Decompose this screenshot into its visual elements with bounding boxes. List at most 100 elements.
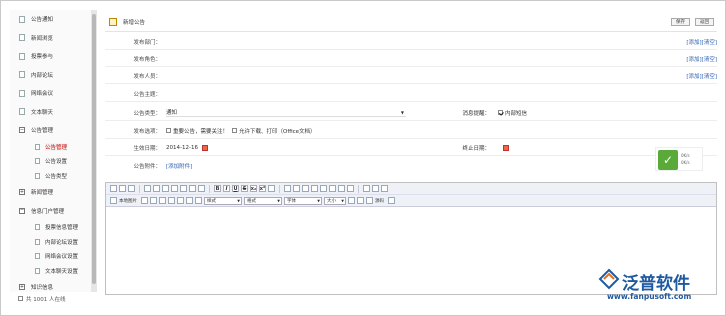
sidebar-item-chat[interactable]: 文本聊天 (10, 103, 95, 122)
align-left-icon[interactable] (320, 185, 327, 192)
network-widget[interactable]: ✓ 0K/s 0K/s (655, 147, 703, 171)
sidebar-subitem-announce-settings[interactable]: 公告设置 (10, 154, 95, 169)
page-icon (19, 108, 25, 116)
user-icon (18, 296, 23, 301)
smiley-icon[interactable] (177, 197, 184, 204)
page-icon (19, 15, 25, 23)
unlink-icon[interactable] (372, 185, 379, 192)
text-color-icon[interactable] (348, 197, 355, 204)
flash-icon[interactable] (150, 197, 157, 204)
sidebar-subitem-meeting-settings[interactable]: 网络会议设置 (10, 249, 95, 264)
page-header: 新增公告 (105, 12, 717, 32)
redo-icon[interactable] (198, 185, 205, 192)
dept-add-clear-link[interactable]: [添加][清空] (686, 38, 717, 46)
calendar-icon[interactable] (503, 144, 509, 151)
subject-input[interactable] (165, 89, 715, 99)
sidebar-group-knowledge[interactable]: + 知识信息 (10, 278, 95, 292)
template-icon[interactable] (128, 185, 135, 192)
preview-icon[interactable] (119, 185, 126, 192)
calendar-icon[interactable] (201, 144, 208, 151)
source-icon[interactable] (366, 197, 373, 204)
outdent-icon[interactable] (302, 185, 309, 192)
expand-icon[interactable]: + (19, 284, 25, 291)
italic-icon[interactable]: I (223, 185, 230, 192)
indent-icon[interactable] (311, 185, 318, 192)
cut-icon[interactable] (144, 185, 151, 192)
remove-format-icon[interactable] (268, 185, 275, 192)
local-image-button[interactable]: 本地图片 (119, 198, 137, 204)
justify-icon[interactable] (347, 185, 354, 192)
paste-word-icon[interactable] (180, 185, 187, 192)
person-label: 发布人员： (133, 73, 161, 80)
unordered-list-icon[interactable] (293, 185, 300, 192)
ordered-list-icon[interactable] (284, 185, 291, 192)
page-icon (35, 224, 40, 231)
sidebar-scrollbar[interactable] (91, 10, 97, 292)
copy-icon[interactable] (153, 185, 160, 192)
strikethrough-icon[interactable]: S (241, 185, 248, 192)
sidebar-subitem-announce-manage[interactable]: 公告管理 (10, 140, 95, 155)
start-date-input[interactable]: 2014-12-16 (166, 144, 208, 151)
anchor-icon[interactable] (381, 185, 388, 192)
paste-icon[interactable] (162, 185, 169, 192)
scrollbar-thumb[interactable] (92, 14, 96, 284)
sidebar-subitem-forum-settings[interactable]: 内部论坛设置 (10, 235, 95, 250)
add-attachment-link[interactable]: [添加附件] (166, 162, 192, 170)
person-add-clear-link[interactable]: [添加][清空] (686, 72, 717, 80)
paste-text-icon[interactable] (171, 185, 178, 192)
sidebar-group-announce-admin[interactable]: − 公告管理 (10, 121, 95, 140)
size-dropdown[interactable]: 大小 ▼ (324, 196, 346, 205)
bold-icon[interactable]: B (214, 185, 221, 192)
bg-color-icon[interactable] (357, 197, 364, 204)
type-select[interactable]: 通知 ▼ (166, 108, 406, 117)
end-date-label: 终止日期： (462, 145, 490, 152)
maximize-icon[interactable] (388, 197, 395, 204)
underline-icon[interactable]: U (232, 185, 239, 192)
role-add-clear-link[interactable]: [添加][清空] (686, 55, 717, 63)
superscript-icon[interactable]: x² (259, 185, 266, 192)
special-char-icon[interactable] (186, 197, 193, 204)
brand-name: 泛普软件 (622, 274, 690, 294)
sidebar-subitem-announce-types[interactable]: 公告类型 (10, 169, 95, 184)
image-icon[interactable] (110, 197, 117, 204)
font-dropdown[interactable]: 字体 ▼ (284, 196, 322, 205)
sidebar-item-vote[interactable]: 投票参与 (10, 47, 95, 66)
back-button[interactable]: 返回 (695, 18, 714, 26)
page-icon (19, 71, 25, 79)
important-option[interactable]: 重要公告，需要关注！ (166, 127, 228, 135)
subject-row: 公告主题： (105, 86, 717, 102)
sidebar-item-news[interactable]: 新闻浏览 (10, 29, 95, 48)
sidebar-item-announcements[interactable]: 公告通知 (10, 10, 95, 29)
align-right-icon[interactable] (338, 185, 345, 192)
collapse-icon[interactable]: − (19, 207, 25, 214)
undo-icon[interactable] (189, 185, 196, 192)
important-checkbox[interactable] (166, 128, 171, 133)
subscript-icon[interactable]: x₂ (250, 185, 257, 192)
notify-option[interactable]: 内部短信 (498, 109, 527, 117)
table-icon[interactable] (159, 197, 166, 204)
download-checkbox[interactable] (232, 128, 237, 133)
save-button[interactable]: 保存 (671, 18, 690, 26)
format-dropdown[interactable]: 格式 ▼ (244, 196, 282, 205)
collapse-icon[interactable]: − (19, 127, 25, 134)
source-button[interactable]: 源码 (375, 198, 384, 204)
horizontal-rule-icon[interactable] (168, 197, 175, 204)
align-center-icon[interactable] (329, 185, 336, 192)
publish-options-row: 发布选项： 重要公告，需要关注！ 允许下载、打印（Office文档） (105, 123, 717, 139)
save-icon[interactable] (141, 197, 148, 204)
notify-checkbox[interactable] (498, 110, 503, 115)
end-date-input[interactable] (503, 144, 509, 151)
start-date-label: 生效日期： (133, 145, 161, 152)
expand-icon[interactable]: + (19, 189, 25, 196)
sidebar-group-news-admin[interactable]: + 新闻管理 (10, 183, 95, 202)
sidebar-item-meeting[interactable]: 网络会议 (10, 84, 95, 103)
download-option[interactable]: 允许下载、打印（Office文档） (232, 127, 316, 135)
page-break-icon[interactable] (195, 197, 202, 204)
link-icon[interactable] (363, 185, 370, 192)
style-dropdown[interactable]: 样式 ▼ (204, 196, 242, 205)
new-doc-icon[interactable] (110, 185, 117, 192)
sidebar-subitem-chat-settings[interactable]: 文本聊天设置 (10, 264, 95, 279)
sidebar-subitem-vote-admin[interactable]: 投票信息管理 (10, 220, 95, 235)
sidebar-group-portal-admin[interactable]: − 信息门户管理 (10, 202, 95, 221)
sidebar-item-forum[interactable]: 内部论坛 (10, 66, 95, 85)
